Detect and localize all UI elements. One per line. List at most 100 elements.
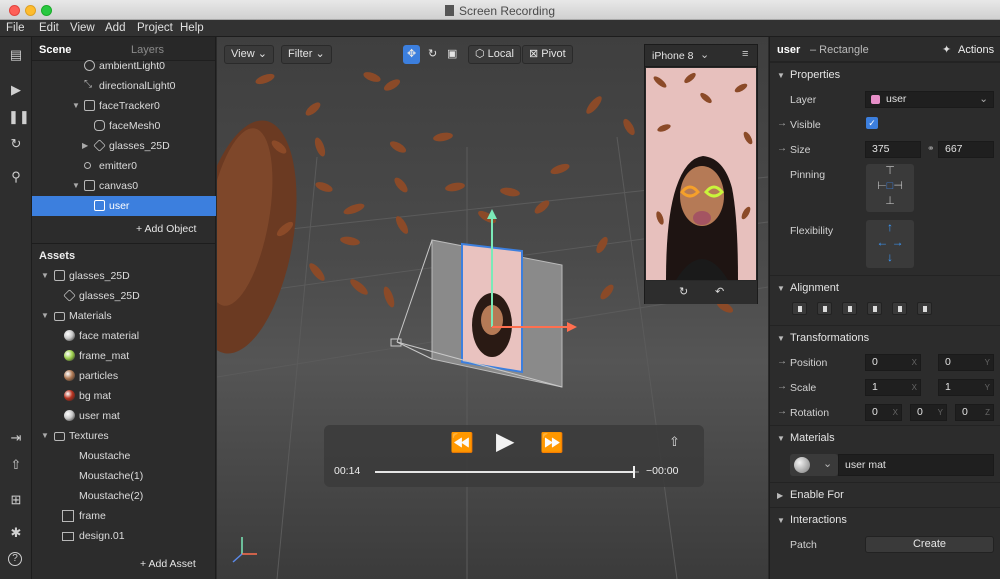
tree-item-face-mesh[interactable]: faceMesh0 xyxy=(32,116,216,136)
gizmo-x-arrow[interactable] xyxy=(567,322,577,332)
rotate-device-icon[interactable]: ↶ xyxy=(715,285,724,298)
asset-particles[interactable]: particles xyxy=(32,366,216,386)
share-icon[interactable]: ⇧ xyxy=(669,434,680,450)
add-object-button[interactable]: + Add Object xyxy=(136,223,196,235)
tree-item-ambient-light[interactable]: ambientLight0 xyxy=(32,56,216,76)
help-icon[interactable]: ? xyxy=(8,552,22,566)
bug-icon[interactable]: ✱ xyxy=(8,525,24,541)
tab-scene[interactable]: Scene xyxy=(39,44,71,56)
asset-frame[interactable]: frame xyxy=(32,506,216,526)
menu-help[interactable]: Help xyxy=(180,22,204,34)
keyframe-arrow-icon[interactable]: → xyxy=(777,118,787,129)
add-asset-button[interactable]: + Add Asset xyxy=(140,558,196,570)
size-height-field[interactable]: 667 xyxy=(938,141,994,158)
chevron-down-icon[interactable]: ▼ xyxy=(41,266,49,286)
align-right-button[interactable] xyxy=(842,302,857,315)
section-properties[interactable]: ▼ Properties xyxy=(770,62,1000,87)
view-dropdown[interactable]: View ⌄ xyxy=(224,45,274,64)
video-icon[interactable]: ▶ xyxy=(8,82,24,98)
asset-design[interactable]: design.01 xyxy=(32,526,216,546)
fast-forward-button[interactable]: ⏩ xyxy=(540,431,564,455)
asset-glasses-model[interactable]: glasses_25D xyxy=(32,286,216,306)
asset-materials-folder[interactable]: ▼ Materials xyxy=(32,306,216,326)
scale-x-field[interactable]: 1X xyxy=(865,379,921,396)
device-select[interactable]: iPhone 8 xyxy=(652,50,693,62)
visible-checkbox[interactable]: ✓ xyxy=(866,117,878,129)
section-transformations[interactable]: ▼ Transformations xyxy=(770,325,1000,350)
asset-glasses-folder[interactable]: ▼ glasses_25D xyxy=(32,266,216,286)
move-tool-button[interactable]: ✥ xyxy=(403,45,421,64)
layer-select[interactable]: user ⌄ xyxy=(865,91,994,108)
section-interactions[interactable]: ▼ Interactions xyxy=(770,507,1000,532)
play-button[interactable]: ▶ xyxy=(496,427,514,456)
actions-button[interactable]: Actions xyxy=(958,44,994,56)
pause-icon[interactable]: ❚❚ xyxy=(8,109,30,125)
chevron-down-icon[interactable]: ▼ xyxy=(72,176,80,196)
align-bottom-button[interactable] xyxy=(917,302,932,315)
asset-frame-mat[interactable]: frame_mat xyxy=(32,346,216,366)
share-icon[interactable]: ⇧ xyxy=(8,457,24,473)
keyframe-arrow-icon[interactable]: → xyxy=(777,143,787,154)
menu-view[interactable]: View xyxy=(70,22,95,34)
tree-item-glasses[interactable]: ▶ glasses_25D xyxy=(32,136,216,156)
rotate-tool-button[interactable]: ↻ xyxy=(424,45,441,64)
layout-icon[interactable]: ▤ xyxy=(8,47,24,63)
asset-moustache[interactable]: Moustache xyxy=(32,446,216,466)
section-enable-for[interactable]: ▶ Enable For xyxy=(770,482,1000,507)
tree-item-emitter[interactable]: emitter0 xyxy=(32,156,216,176)
tree-item-face-tracker[interactable]: ▼ faceTracker0 xyxy=(32,96,216,116)
filter-dropdown[interactable]: Filter ⌄ xyxy=(281,45,332,64)
asset-moustache-1[interactable]: Moustache(1) xyxy=(32,466,216,486)
position-y-field[interactable]: 0Y xyxy=(938,354,994,371)
flexibility-control[interactable]: ↑ ← → ↓ xyxy=(866,220,914,268)
keyframe-arrow-icon[interactable]: → xyxy=(777,381,787,392)
rotation-y-field[interactable]: 0Y xyxy=(910,404,947,421)
asset-face-material[interactable]: face material xyxy=(32,326,216,346)
menu-edit[interactable]: Edit xyxy=(39,22,59,34)
keyframe-arrow-icon[interactable]: → xyxy=(777,356,787,367)
menu-icon[interactable]: ≡ xyxy=(742,48,748,60)
search-icon[interactable]: ⚲ xyxy=(8,169,24,185)
create-patch-button[interactable]: Create xyxy=(865,536,994,553)
refresh-icon[interactable]: ↻ xyxy=(679,285,688,298)
progress-track[interactable] xyxy=(375,466,639,478)
chevron-down-icon[interactable]: ▼ xyxy=(41,306,49,326)
add-folder-icon[interactable]: ⊞ xyxy=(8,492,24,508)
tree-item-user[interactable]: user xyxy=(32,196,216,216)
scale-tool-button[interactable]: ▣ xyxy=(443,45,461,64)
align-top-button[interactable] xyxy=(867,302,882,315)
rewind-button[interactable]: ⏪ xyxy=(450,431,474,455)
size-width-field[interactable]: 375 xyxy=(865,141,921,158)
pinning-control[interactable]: ⊤ ⊢□⊣ ⊥ xyxy=(866,164,914,212)
align-center-v-button[interactable] xyxy=(892,302,907,315)
asset-moustache-2[interactable]: Moustache(2) xyxy=(32,486,216,506)
section-alignment[interactable]: ▼ Alignment xyxy=(770,275,1000,300)
progress-handle[interactable] xyxy=(632,466,635,478)
tree-item-canvas[interactable]: ▼ canvas0 xyxy=(32,176,216,196)
section-materials[interactable]: ▼ Materials xyxy=(770,425,1000,450)
chevron-down-icon[interactable]: ▼ xyxy=(41,426,49,446)
chevron-down-icon[interactable]: ⌄ xyxy=(700,48,709,61)
keyframe-arrow-icon[interactable]: → xyxy=(777,406,787,417)
menu-project[interactable]: Project xyxy=(137,22,173,34)
tree-item-directional-light[interactable]: ⤡ directionalLight0 xyxy=(32,76,216,96)
tab-layers[interactable]: Layers xyxy=(131,44,165,56)
asset-bg-mat[interactable]: bg mat xyxy=(32,386,216,406)
asset-textures-folder[interactable]: ▼ Textures xyxy=(32,426,216,446)
align-center-h-button[interactable] xyxy=(817,302,832,315)
material-value-field[interactable]: user mat xyxy=(838,454,994,476)
pivot-toggle[interactable]: ⊠ Pivot xyxy=(522,45,573,64)
menu-file[interactable]: File xyxy=(6,22,25,34)
device-icon[interactable]: ⇥ xyxy=(8,430,24,446)
material-picker[interactable]: ⌄ xyxy=(790,454,838,476)
magic-wand-icon[interactable]: ✦ xyxy=(942,43,951,56)
rotation-x-field[interactable]: 0X xyxy=(865,404,902,421)
lock-icon[interactable]: ⚭ xyxy=(927,143,935,154)
scene-viewport[interactable]: View ⌄ Filter ⌄ ✥ ↻ ▣ ⬡ Local ⊠ Pivot iP… xyxy=(217,37,768,579)
refresh-icon[interactable]: ↻ xyxy=(8,136,24,152)
rotation-z-field[interactable]: 0Z xyxy=(955,404,994,421)
asset-user-mat[interactable]: user mat xyxy=(32,406,216,426)
chevron-down-icon[interactable]: ▼ xyxy=(72,96,80,116)
position-x-field[interactable]: 0X xyxy=(865,354,921,371)
menu-add[interactable]: Add xyxy=(105,22,125,34)
